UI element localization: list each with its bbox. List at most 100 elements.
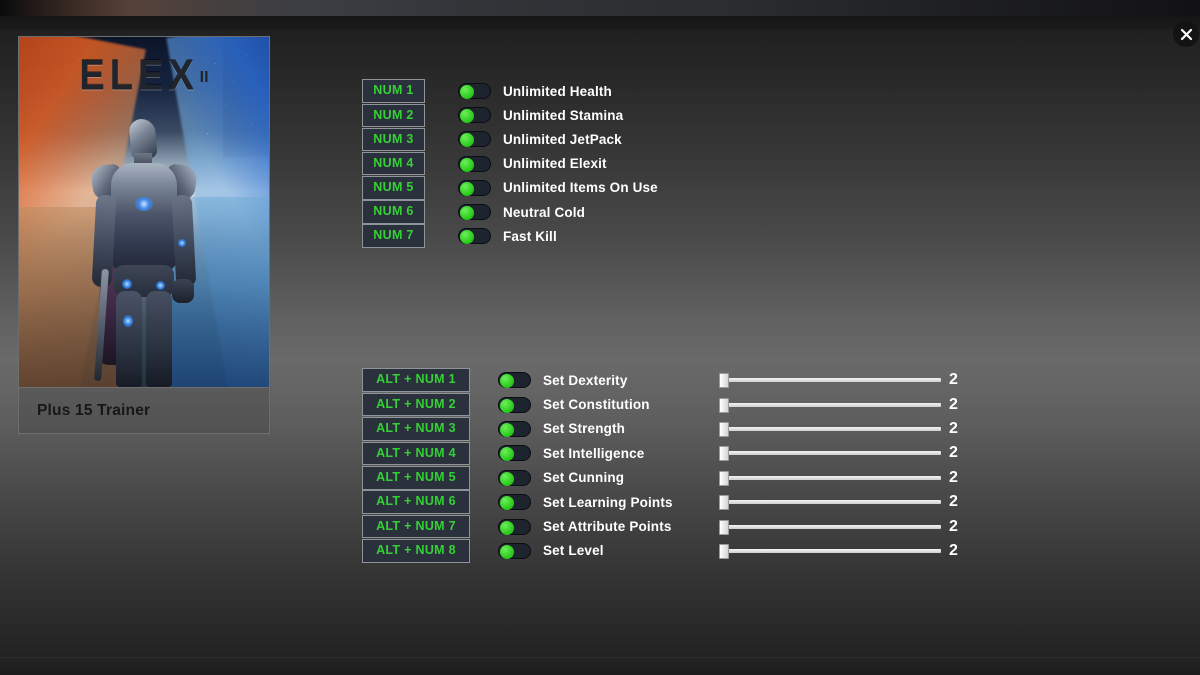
- cheat-label: Unlimited Items On Use: [503, 180, 658, 195]
- slider-track: [725, 403, 941, 407]
- cheat-label: Neutral Cold: [503, 205, 585, 220]
- cheat-toggle[interactable]: [458, 107, 491, 123]
- hotkey-button[interactable]: ALT + NUM 4: [362, 442, 470, 466]
- cheat-group-stats: ALT + NUM 1Set Dexterity2ALT + NUM 2Set …: [362, 368, 979, 563]
- hotkey-button[interactable]: ALT + NUM 7: [362, 515, 470, 539]
- hotkey-button[interactable]: ALT + NUM 8: [362, 539, 470, 563]
- close-icon: [1180, 28, 1193, 41]
- cheat-row: ALT + NUM 2Set Constitution2: [362, 392, 979, 416]
- value-slider[interactable]: 2: [717, 541, 941, 561]
- value-slider[interactable]: 2: [717, 517, 941, 537]
- hotkey-button[interactable]: NUM 5: [362, 176, 425, 200]
- cheat-label: Unlimited Health: [503, 84, 612, 99]
- slider-track: [725, 427, 941, 431]
- toggle-knob-icon: [500, 423, 514, 437]
- toggle-knob-icon: [460, 230, 474, 244]
- slider-thumb[interactable]: [719, 446, 729, 461]
- hotkey-button[interactable]: NUM 1: [362, 79, 425, 103]
- slider-track: [725, 525, 941, 529]
- cheat-toggle[interactable]: [498, 470, 531, 486]
- cheat-label: Fast Kill: [503, 229, 557, 244]
- hotkey-button[interactable]: NUM 6: [362, 200, 425, 224]
- slider-value: 2: [949, 519, 958, 535]
- cheat-toggle[interactable]: [498, 543, 531, 559]
- slider-value: 2: [949, 372, 958, 388]
- cheat-label: Set Cunning: [543, 470, 717, 485]
- trainer-caption: Plus 15 Trainer: [37, 402, 150, 420]
- hotkey-button[interactable]: NUM 2: [362, 104, 425, 128]
- cheat-row: NUM 5 Unlimited Items On Use: [362, 176, 658, 200]
- cheat-toggle[interactable]: [458, 204, 491, 220]
- toggle-knob-icon: [460, 133, 474, 147]
- slider-value: 2: [949, 543, 958, 559]
- cheat-row: ALT + NUM 5Set Cunning2: [362, 466, 979, 490]
- slider-track: [725, 378, 941, 382]
- cheat-row: ALT + NUM 3Set Strength2: [362, 417, 979, 441]
- hotkey-button[interactable]: NUM 4: [362, 152, 425, 176]
- slider-thumb[interactable]: [719, 373, 729, 388]
- cheat-toggle[interactable]: [498, 494, 531, 510]
- cheat-toggle[interactable]: [498, 421, 531, 437]
- slider-track: [725, 476, 941, 480]
- cheat-slider-cell: 2: [717, 514, 979, 538]
- hotkey-button[interactable]: ALT + NUM 2: [362, 393, 470, 417]
- cheat-slider-cell: 2: [717, 466, 979, 490]
- cheat-toggle[interactable]: [498, 372, 531, 388]
- slider-thumb[interactable]: [719, 495, 729, 510]
- close-button[interactable]: [1173, 21, 1199, 47]
- cheat-slider-cell: 2: [717, 539, 979, 563]
- cheat-toggle[interactable]: [458, 131, 491, 147]
- cheat-row: NUM 2 Unlimited Stamina: [362, 103, 658, 127]
- value-slider[interactable]: 2: [717, 492, 941, 512]
- slider-track: [725, 451, 941, 455]
- slider-value: 2: [949, 470, 958, 486]
- cheat-row: ALT + NUM 1Set Dexterity2: [362, 368, 979, 392]
- cheat-toggle[interactable]: [498, 519, 531, 535]
- cheat-label: Set Intelligence: [543, 446, 717, 461]
- cheat-label: Set Dexterity: [543, 373, 717, 388]
- slider-thumb[interactable]: [719, 422, 729, 437]
- cheat-row: ALT + NUM 7Set Attribute Points2: [362, 514, 979, 538]
- game-cover-panel: ELEXII Plus 15 Trainer: [18, 36, 270, 434]
- cheat-row: NUM 1 Unlimited Health: [362, 79, 658, 103]
- value-slider[interactable]: 2: [717, 468, 941, 488]
- slider-thumb[interactable]: [719, 398, 729, 413]
- toggle-knob-icon: [500, 545, 514, 559]
- cheat-toggle[interactable]: [458, 83, 491, 99]
- cheat-toggle[interactable]: [498, 397, 531, 413]
- cheat-slider-cell: 2: [717, 417, 979, 441]
- toggle-knob-icon: [460, 206, 474, 220]
- slider-thumb[interactable]: [719, 471, 729, 486]
- slider-thumb[interactable]: [719, 520, 729, 535]
- value-slider[interactable]: 2: [717, 370, 941, 390]
- hotkey-button[interactable]: NUM 3: [362, 128, 425, 152]
- toggle-knob-icon: [460, 158, 474, 172]
- toggle-knob-icon: [500, 374, 514, 388]
- cheat-toggle[interactable]: [498, 445, 531, 461]
- hotkey-button[interactable]: ALT + NUM 6: [362, 490, 470, 514]
- window-top-strip: [0, 0, 1200, 16]
- value-slider[interactable]: 2: [717, 395, 941, 415]
- slider-thumb[interactable]: [719, 544, 729, 559]
- slider-track: [725, 500, 941, 504]
- slider-value: 2: [949, 494, 958, 510]
- value-slider[interactable]: 2: [717, 443, 941, 463]
- cheat-toggle[interactable]: [458, 228, 491, 244]
- cheat-toggle[interactable]: [458, 156, 491, 172]
- cheat-row: ALT + NUM 4Set Intelligence2: [362, 441, 979, 465]
- cheat-label: Unlimited JetPack: [503, 132, 622, 147]
- cover-game-title: ELEX: [79, 52, 198, 100]
- cover-title-lockup: ELEXII: [19, 55, 269, 98]
- cheat-toggle[interactable]: [458, 180, 491, 196]
- hotkey-button[interactable]: NUM 7: [362, 224, 425, 248]
- hotkey-button[interactable]: ALT + NUM 1: [362, 368, 470, 392]
- toggle-knob-icon: [460, 85, 474, 99]
- toggle-knob-icon: [460, 182, 474, 196]
- cheat-label: Unlimited Stamina: [503, 108, 623, 123]
- hotkey-button[interactable]: ALT + NUM 3: [362, 417, 470, 441]
- slider-value: 2: [949, 421, 958, 437]
- value-slider[interactable]: 2: [717, 419, 941, 439]
- hotkey-button[interactable]: ALT + NUM 5: [362, 466, 470, 490]
- slider-value: 2: [949, 445, 958, 461]
- cheat-row: NUM 6 Neutral Cold: [362, 200, 658, 224]
